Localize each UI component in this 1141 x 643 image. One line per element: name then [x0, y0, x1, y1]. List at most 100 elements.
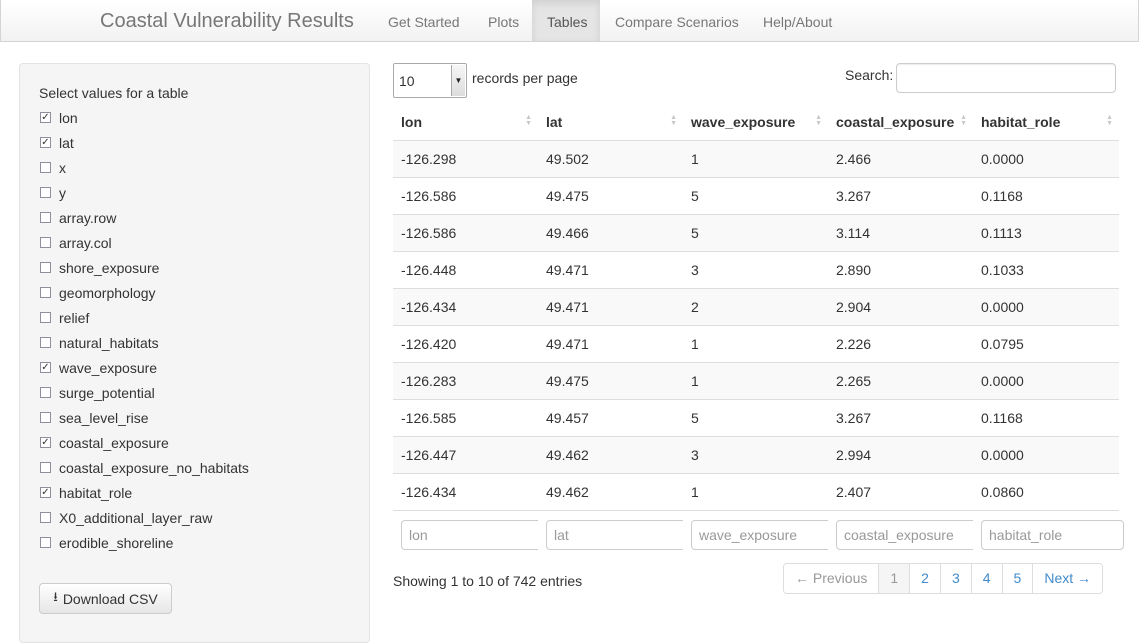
table-cell: 49.475: [538, 177, 683, 215]
previous-page-button[interactable]: ← Previous: [784, 564, 879, 593]
table-row: -126.585 49.457 5 3.267 0.1168: [393, 399, 1119, 437]
table-cell: 0.1168: [973, 177, 1119, 215]
checkbox[interactable]: [40, 187, 51, 198]
checkbox[interactable]: ✓: [40, 437, 51, 448]
download-csv-button[interactable]: ⭳ Download CSV: [39, 583, 172, 614]
page-button-2[interactable]: 2: [909, 564, 940, 593]
checkbox-row-x[interactable]: x: [39, 158, 359, 183]
checkbox-row-shore-exposure[interactable]: shore_exposure: [39, 258, 359, 283]
column-header-lat[interactable]: lat ▲ ▼: [538, 104, 683, 141]
checkbox-row-relief[interactable]: relief: [39, 308, 359, 333]
records-per-page-value: 10: [399, 73, 415, 89]
table-cell: 0.1033: [973, 251, 1119, 289]
checkbox-label: coastal_exposure: [59, 435, 169, 451]
checkbox-label: shore_exposure: [59, 260, 160, 276]
checkbox-row-lon[interactable]: ✓ lon: [39, 108, 359, 133]
checkbox[interactable]: ✓: [40, 487, 51, 498]
table-cell: 3: [683, 251, 828, 289]
tab-get-started[interactable]: Get Started: [373, 0, 475, 41]
checkbox-row-y[interactable]: y: [39, 183, 359, 208]
table-cell: -126.586: [393, 214, 538, 252]
checkbox-row-erodible-shoreline[interactable]: erodible_shoreline: [39, 533, 359, 558]
filter-cell: habitat_role: [973, 510, 1124, 551]
page-button-4[interactable]: 4: [970, 564, 1002, 593]
checkbox[interactable]: [40, 462, 51, 473]
checkbox[interactable]: [40, 212, 51, 223]
table-cell: -126.585: [393, 399, 538, 437]
table-row: -126.298 49.502 1 2.466 0.0000: [393, 140, 1119, 178]
checkbox[interactable]: [40, 262, 51, 273]
checkbox-row-geomorphology[interactable]: geomorphology: [39, 283, 359, 308]
tab-plots[interactable]: Plots: [473, 0, 534, 41]
table-cell: 3.114: [828, 214, 973, 252]
search-input[interactable]: [896, 63, 1116, 93]
checkbox-label: X0_additional_layer_raw: [59, 510, 213, 526]
checkbox[interactable]: [40, 337, 51, 348]
column-header-coastal-exposure[interactable]: coastal_exposure ▲ ▼: [828, 104, 973, 141]
table-cell: 2.466: [828, 140, 973, 178]
table-cell: -126.447: [393, 436, 538, 474]
checkbox-row-habitat-role[interactable]: ✓ habitat_role: [39, 483, 359, 508]
table-row: -126.447 49.462 3 2.994 0.0000: [393, 436, 1119, 474]
checkbox[interactable]: [40, 312, 51, 323]
checkbox-row-wave-exposure[interactable]: ✓ wave_exposure: [39, 358, 359, 383]
checkbox[interactable]: [40, 237, 51, 248]
column-header-wave-exposure[interactable]: wave_exposure ▲ ▼: [683, 104, 828, 141]
records-per-page-select[interactable]: 10 ▼: [393, 63, 467, 98]
checkbox[interactable]: [40, 537, 51, 548]
checkbox-row-surge-potential[interactable]: surge_potential: [39, 383, 359, 408]
page-button-3[interactable]: 3: [939, 564, 971, 593]
checkbox-label: relief: [59, 310, 90, 326]
table-cell: 2.890: [828, 251, 973, 289]
checkbox-row-coastal-exposure-no-habitats[interactable]: coastal_exposure_no_habitats: [39, 458, 359, 483]
page-button-1[interactable]: 1: [878, 564, 910, 593]
table-cell: 3.267: [828, 177, 973, 215]
next-page-button[interactable]: Next →: [1032, 564, 1103, 593]
checkbox[interactable]: [40, 512, 51, 523]
column-header-lon[interactable]: lon ▲ ▼: [393, 104, 538, 141]
checkbox-row-coastal-exposure[interactable]: ✓ coastal_exposure: [39, 433, 359, 458]
column-filter-input[interactable]: lon: [401, 519, 544, 550]
checkbox-row-sea-level-rise[interactable]: sea_level_rise: [39, 408, 359, 433]
tab-compare-scenarios[interactable]: Compare Scenarios: [600, 0, 754, 41]
checkbox[interactable]: [40, 162, 51, 173]
column-filter-input[interactable]: wave_exposure: [691, 519, 834, 550]
table-cell: 0.0860: [973, 473, 1119, 511]
table-row: -126.448 49.471 3 2.890 0.1033: [393, 251, 1119, 289]
table-cell: 5: [683, 399, 828, 437]
checkbox[interactable]: ✓: [40, 362, 51, 373]
column-header-label: habitat_role: [981, 114, 1061, 130]
checkbox[interactable]: ✓: [40, 112, 51, 123]
checkbox[interactable]: [40, 287, 51, 298]
column-filter-input[interactable]: habitat_role: [981, 519, 1124, 550]
table-cell: -126.448: [393, 251, 538, 289]
tab-tables[interactable]: Tables: [532, 0, 600, 41]
checkbox-row-x0-additional-layer-raw[interactable]: X0_additional_layer_raw: [39, 508, 359, 533]
table-cell: 2.904: [828, 288, 973, 326]
checkbox-row-array-col[interactable]: array.col: [39, 233, 359, 258]
column-filter-input[interactable]: lat: [546, 519, 689, 550]
checkbox-row-array-row[interactable]: array.row: [39, 208, 359, 233]
filter-cell: lat: [538, 510, 689, 551]
table-cell: -126.434: [393, 288, 538, 326]
table-cell: -126.586: [393, 177, 538, 215]
table-cell: 1: [683, 325, 828, 363]
page-button-5[interactable]: 5: [1001, 564, 1033, 593]
column-filter-input[interactable]: coastal_exposure: [836, 519, 979, 550]
checkbox[interactable]: [40, 387, 51, 398]
filter-cell: wave_exposure: [683, 510, 834, 551]
app-title: Coastal Vulnerability Results: [100, 10, 354, 32]
checkbox[interactable]: [40, 412, 51, 423]
table-cell: 2: [683, 288, 828, 326]
table-cell: 1: [683, 140, 828, 178]
search-label: Search:: [845, 67, 894, 83]
table-cell: 2.407: [828, 473, 973, 511]
checkbox-label: erodible_shoreline: [59, 535, 174, 551]
tab-help-about[interactable]: Help/About: [748, 0, 847, 41]
checkbox-row-lat[interactable]: ✓ lat: [39, 133, 359, 158]
table-cell: 0.0000: [973, 436, 1119, 474]
checkbox[interactable]: ✓: [40, 137, 51, 148]
checkbox-row-natural-habitats[interactable]: natural_habitats: [39, 333, 359, 358]
table-cell: 49.457: [538, 399, 683, 437]
column-header-habitat-role[interactable]: habitat_role ▲ ▼: [973, 104, 1119, 141]
